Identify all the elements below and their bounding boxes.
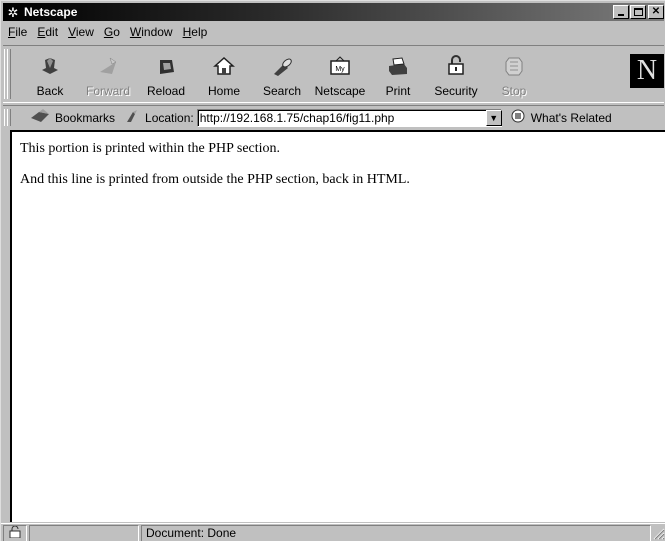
url-dropdown-button[interactable]: ▼: [485, 109, 502, 126]
status-text: Document: Done: [141, 524, 651, 541]
browser-window: ✲ Netscape ✕ File Edit View Go Window He…: [0, 0, 665, 541]
whats-related-button[interactable]: What's Related: [510, 108, 612, 127]
maximize-icon: [634, 8, 643, 16]
home-label: Home: [207, 84, 240, 98]
location-toolbar: Bookmarks Location: http://192.168.1.75/…: [3, 105, 664, 129]
resize-grip-icon[interactable]: [651, 526, 665, 540]
home-button[interactable]: Home: [195, 46, 253, 102]
close-icon: ✕: [651, 6, 661, 17]
menu-help[interactable]: Help: [178, 25, 213, 39]
lock-status-icon: [8, 525, 22, 541]
title-bar[interactable]: ✲ Netscape ✕: [3, 3, 664, 21]
security-status[interactable]: [3, 524, 27, 541]
window-controls: ✕: [612, 5, 664, 19]
back-arrow-icon: [36, 52, 64, 80]
reload-label: Reload: [146, 84, 186, 98]
bookmarks-icon: [29, 108, 51, 127]
print-label: Print: [385, 84, 411, 98]
minimize-button[interactable]: [613, 5, 629, 19]
close-button[interactable]: ✕: [648, 5, 664, 19]
location-icon: [125, 108, 141, 127]
page-content: This portion is printed within the PHP s…: [10, 130, 665, 522]
menu-view[interactable]: View: [63, 25, 99, 39]
whats-related-icon: [510, 108, 528, 127]
home-icon: [210, 52, 238, 80]
search-flashlight-icon: [268, 52, 296, 80]
print-button[interactable]: Print: [369, 46, 427, 102]
forward-label: Forward: [85, 84, 130, 98]
printer-icon: [384, 52, 412, 80]
window-title: Netscape: [24, 5, 78, 19]
svg-text:My: My: [335, 66, 345, 73]
back-button[interactable]: Back: [21, 46, 79, 102]
security-button[interactable]: Security: [427, 46, 485, 102]
menu-go[interactable]: Go: [99, 25, 125, 39]
menu-window[interactable]: Window: [125, 25, 178, 39]
bookmarks-label: Bookmarks: [55, 110, 116, 125]
reload-icon: [152, 52, 180, 80]
navigation-toolbar: Back Forward Reload Home Search My Netsc…: [3, 45, 664, 103]
netscape-wheel-icon: ✲: [7, 4, 19, 20]
stop-label: Stop: [501, 84, 527, 98]
toolbar-grip[interactable]: [3, 46, 11, 102]
forward-button[interactable]: Forward: [79, 46, 137, 102]
my-netscape-icon: My: [326, 52, 354, 80]
status-bar: Document: Done: [1, 523, 665, 541]
html-section-text: And this line is printed from outside th…: [20, 172, 410, 187]
forward-arrow-icon: [94, 52, 122, 80]
location-label: Location:: [145, 110, 194, 125]
padlock-icon: [442, 52, 470, 80]
netscape-button[interactable]: My Netscape: [311, 46, 369, 102]
search-label: Search: [262, 84, 302, 98]
php-section-text: This portion is printed within the PHP s…: [20, 141, 281, 156]
nav-buttons: Back Forward Reload Home Search My Netsc…: [11, 46, 543, 102]
menu-edit[interactable]: Edit: [32, 25, 63, 39]
location-group: Location: http://192.168.1.75/chap16/fig…: [125, 108, 502, 127]
back-label: Back: [36, 84, 64, 98]
bookmarks-button[interactable]: Bookmarks: [29, 108, 115, 127]
security-label: Security: [434, 84, 478, 98]
location-grip[interactable]: [3, 106, 11, 129]
search-button[interactable]: Search: [253, 46, 311, 102]
minimize-icon: [618, 14, 624, 16]
menu-bar: File Edit View Go Window Help: [3, 23, 212, 41]
reload-button[interactable]: Reload: [137, 46, 195, 102]
maximize-button[interactable]: [630, 5, 646, 19]
stop-button[interactable]: Stop: [485, 46, 543, 102]
progress-bar: [29, 524, 139, 541]
whats-related-label: What's Related: [530, 110, 612, 125]
netscape-label: Netscape: [314, 84, 366, 98]
url-input[interactable]: http://192.168.1.75/chap16/fig11.php: [196, 108, 502, 127]
stop-icon: [500, 52, 528, 80]
netscape-logo[interactable]: N: [630, 54, 664, 88]
menu-file[interactable]: File: [3, 25, 32, 39]
